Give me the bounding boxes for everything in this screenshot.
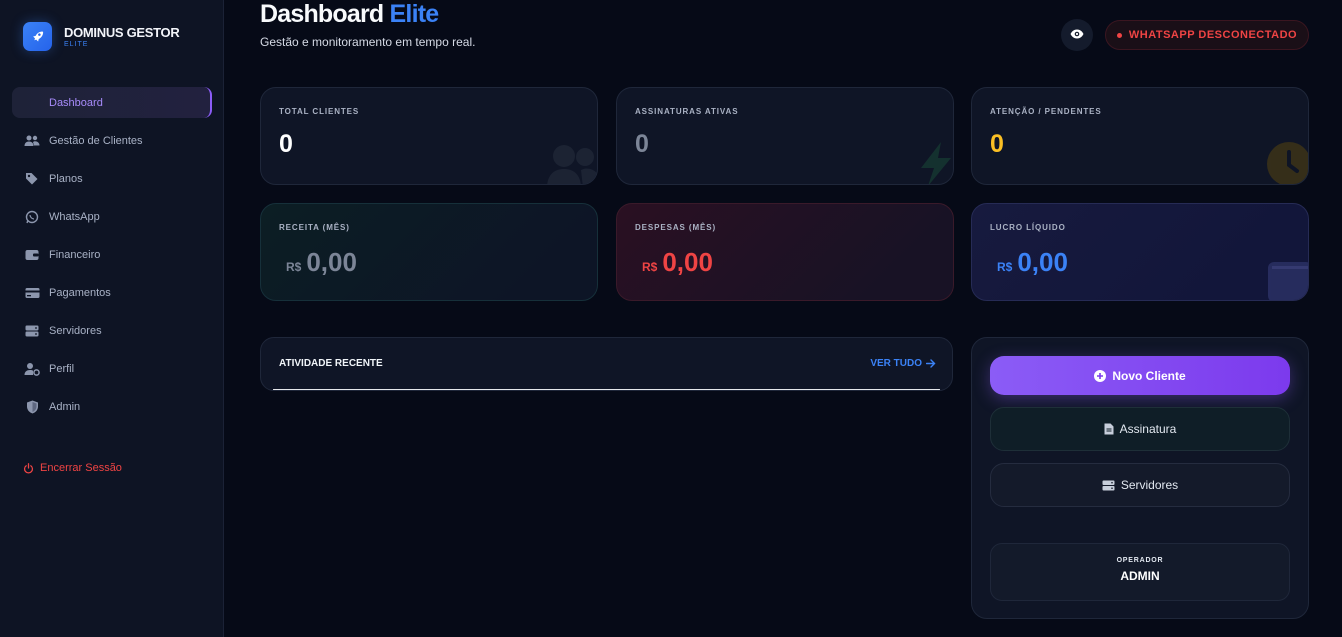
operator-name: ADMIN [1120,569,1160,583]
sidebar-item-perfil[interactable]: Perfil [12,353,212,384]
stat-card-total-clientes: TOTAL CLIENTES 0 [260,87,598,185]
rocket-icon [23,22,52,51]
currency-symbol: R$ [642,260,658,274]
stat-value: 0,00 [1017,247,1068,277]
lightning-icon [921,142,951,184]
page-title-main: Dashboard [260,0,384,28]
server-icon [24,323,40,339]
sidebar-item-label: Planos [49,172,83,185]
brand-name: DOMINUS GESTOR [64,24,180,40]
stat-value: 0 [990,130,1004,158]
whatsapp-status-badge[interactable]: WHATSAPP DESCONECTADO [1105,20,1309,50]
stat-value: 0 [279,130,293,158]
sidebar: DOMINUS GESTOR ELITE Dashboard Gestão de… [0,0,224,637]
stat-value: 0,00 [306,247,357,277]
stat-value: 0 [635,130,649,158]
stat-money: R$ 0,00 [286,247,357,278]
wallet-icon [1268,262,1308,300]
new-client-button[interactable]: Novo Cliente [990,356,1290,395]
page-title: Dashboard Elite [260,0,440,29]
stat-label: LUCRO LÍQUIDO [990,223,1066,232]
recent-activity-panel: ATIVIDADE RECENTE VER TUDO [260,337,953,391]
stat-card-pendentes: ATENÇÃO / PENDENTES 0 [971,87,1309,185]
stat-money: R$ 0,00 [642,247,713,278]
operator-label: OPERADOR [1116,557,1164,564]
sidebar-item-label: Pagamentos [49,286,111,299]
stat-card-lucro: LUCRO LÍQUIDO R$ 0,00 [971,203,1309,301]
servers-button[interactable]: Servidores [990,463,1290,507]
sidebar-item-planos[interactable]: Planos [12,163,212,194]
new-client-label: Novo Cliente [1112,368,1186,383]
document-icon [1104,423,1114,435]
sidebar-item-dashboard[interactable]: Dashboard [12,87,212,118]
stat-label: ASSINATURAS ATIVAS [635,107,739,116]
arrow-right-icon [926,359,936,368]
logout-button[interactable]: Encerrar Sessão [23,462,122,474]
credit-card-icon [24,285,40,301]
sidebar-item-label: Servidores [49,324,102,337]
wallet-icon [24,247,40,263]
currency-symbol: R$ [286,260,302,274]
brand[interactable]: DOMINUS GESTOR ELITE [23,22,180,51]
sidebar-item-whatsapp[interactable]: WhatsApp [12,201,212,232]
sidebar-item-label: Gestão de Clientes [49,134,143,147]
stat-card-despesas: DESPESAS (MÊS) R$ 0,00 [616,203,954,301]
stat-label: DESPESAS (MÊS) [635,223,717,232]
logout-label: Encerrar Sessão [40,462,122,474]
sidebar-item-label: Perfil [49,362,75,375]
divider [273,389,940,390]
brand-subtitle: ELITE [64,40,89,48]
sidebar-item-label: Financeiro [49,248,101,261]
subscription-button[interactable]: Assinatura [990,407,1290,451]
stat-label: RECEITA (MÊS) [279,223,350,232]
currency-symbol: R$ [997,260,1013,274]
plus-circle-icon [1094,369,1107,382]
subscription-label: Assinatura [1119,422,1177,436]
operator-card: OPERADOR ADMIN [990,543,1290,601]
stat-value: 0,00 [662,247,713,277]
quick-actions-panel: Novo Cliente Assinatura Servidores OPERA… [971,337,1309,619]
power-icon [23,462,34,474]
toggle-visibility-button[interactable] [1061,19,1093,51]
whatsapp-icon [24,209,40,225]
servers-label: Servidores [1120,478,1179,492]
eye-icon [1070,26,1084,44]
stat-card-receita: RECEITA (MÊS) R$ 0,00 [260,203,598,301]
sidebar-item-admin[interactable]: Admin [12,391,212,422]
sidebar-item-pagamentos[interactable]: Pagamentos [12,277,212,308]
shield-icon [24,399,40,415]
sidebar-item-label: Admin [49,400,81,413]
users-icon [24,133,40,149]
status-dot-icon [1116,32,1122,38]
server-icon [1102,480,1115,491]
user-gear-icon [24,361,40,377]
page-title-accent: Elite [389,0,440,28]
whatsapp-status-text: WHATSAPP DESCONECTADO [1128,29,1298,41]
sidebar-item-servidores[interactable]: Servidores [12,315,212,346]
clock-icon [1267,142,1308,184]
recent-activity-title: ATIVIDADE RECENTE [279,358,383,369]
stat-label: ATENÇÃO / PENDENTES [990,107,1102,116]
view-all-link[interactable]: VER TUDO [870,358,936,369]
stat-money: R$ 0,00 [997,247,1068,278]
tags-icon [24,171,40,187]
sidebar-item-financeiro[interactable]: Financeiro [12,239,212,270]
sidebar-item-label: Dashboard [49,96,103,109]
stat-label: TOTAL CLIENTES [279,107,360,116]
stat-card-assinaturas: ASSINATURAS ATIVAS 0 [616,87,954,185]
users-icon [547,145,597,184]
sidebar-nav: Dashboard Gestão de Clientes Planos What… [12,87,212,429]
sidebar-item-label: WhatsApp [49,210,100,223]
page-subtitle: Gestão e monitoramento em tempo real. [260,35,476,49]
view-all-label: VER TUDO [870,358,922,369]
sidebar-item-clientes[interactable]: Gestão de Clientes [12,125,212,156]
